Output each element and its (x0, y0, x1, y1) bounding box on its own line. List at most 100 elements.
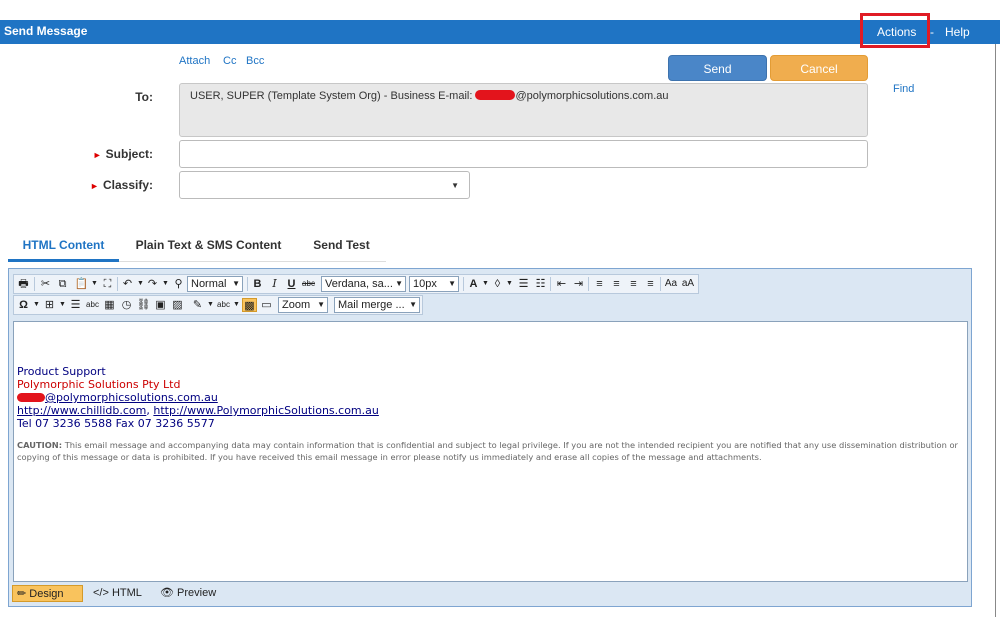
redaction-mark (475, 90, 516, 100)
tab-plain-text-sms[interactable]: Plain Text & SMS Content (127, 232, 290, 262)
signature-phone: Tel 07 3236 5588 Fax 07 3236 5577 (17, 417, 215, 430)
send-button[interactable]: Send (668, 55, 767, 81)
size-dropdown[interactable]: 10px ▼ (409, 276, 459, 292)
toolbar-separator (550, 277, 551, 291)
lowercase-icon[interactable]: aA (680, 277, 696, 291)
zoom-dropdown[interactable]: Zoom ▼ (278, 297, 328, 313)
to-label: To: (135, 90, 153, 104)
zoom-value: Zoom (282, 299, 311, 311)
numbered-list-icon[interactable]: ☰ (516, 277, 531, 291)
help-menu[interactable]: Help (945, 20, 970, 44)
format-dropdown[interactable]: Normal ▼ (187, 276, 243, 292)
image-manager-icon[interactable]: ▨ (170, 298, 185, 312)
insert-time-icon[interactable]: ◷ (119, 298, 134, 312)
justify-icon[interactable]: ≡ (643, 277, 658, 291)
chillidb-link[interactable]: http://www.chillidb.com (17, 404, 146, 417)
font-dropdown[interactable]: Verdana, sa... ▼ (321, 276, 406, 292)
find-replace-icon[interactable]: ⚲ (171, 277, 186, 291)
required-marker: ► (90, 181, 99, 191)
design-mode-icon[interactable]: ▩ (242, 298, 257, 312)
format-value: Normal (191, 278, 227, 290)
outdent-icon[interactable]: ⇤ (554, 277, 569, 291)
bcc-link[interactable]: Bcc (246, 55, 264, 67)
select-all-icon[interactable]: ⛶ (100, 277, 115, 291)
bold-icon[interactable]: B (250, 277, 265, 291)
code-icon: </> (93, 587, 109, 599)
mail-merge-dropdown[interactable]: Mail merge ... ▼ (334, 297, 420, 313)
size-value: 10px (413, 278, 437, 290)
toolbar-row-2: Ω ▼ ⊞ ▼ ☰ abc ▦ ◷ ⛓ ▣ ▨ ✎ ▼ abc ▼ ▩ ▭ Zo… (13, 295, 423, 315)
caution-label: CAUTION: (17, 440, 63, 450)
toolbar-separator (117, 277, 118, 291)
signature-email-link[interactable]: @polymorphicsolutions.com.au (45, 391, 218, 404)
chevron-down-icon: ▼ (448, 279, 456, 288)
editor-content[interactable]: Product Support Polymorphic Solutions Pt… (13, 321, 968, 582)
html-mode-button[interactable]: </> HTML (89, 585, 146, 602)
actions-highlight-box (860, 13, 930, 48)
subject-input[interactable] (179, 140, 868, 168)
to-field[interactable]: USER, SUPER (Template System Org) - Busi… (179, 83, 868, 137)
signature-links: http://www.chillidb.com, http://www.Poly… (17, 404, 964, 417)
copy-icon[interactable]: ⧉ (55, 277, 70, 291)
align-left-icon[interactable]: ≡ (592, 277, 607, 291)
design-mode-button[interactable]: ✏ Design (12, 585, 83, 602)
cut-icon[interactable]: ✂ (38, 277, 53, 291)
design-mode-label: Design (29, 588, 64, 600)
toolbar-row-1: 🖶 ✂ ⧉ 📋 ▼ ⛶ ↶ ▼ ↷ ▼ ⚲ Normal ▼ B I U abc … (13, 274, 699, 294)
cancel-button[interactable]: Cancel (770, 55, 868, 81)
underline-icon[interactable]: U (284, 277, 299, 291)
signature-name: Product Support (17, 365, 106, 378)
indent-icon[interactable]: ⇥ (571, 277, 586, 291)
uppercase-icon[interactable]: Aa (663, 277, 679, 291)
tab-send-test[interactable]: Send Test (303, 232, 380, 262)
required-marker: ► (92, 150, 102, 160)
subject-label: ► Subject: (70, 147, 153, 161)
html-editor: 🖶 ✂ ⧉ 📋 ▼ ⛶ ↶ ▼ ↷ ▼ ⚲ Normal ▼ B I U abc … (8, 268, 972, 607)
italic-icon[interactable]: I (267, 277, 282, 291)
classify-label-text: Classify: (102, 178, 153, 192)
attach-link[interactable]: Attach (179, 55, 210, 67)
to-recipient-domain: @polymorphicsolutions.com.au (515, 90, 669, 102)
to-recipient-prefix: USER, SUPER (Template System Org) - Busi… (190, 90, 476, 102)
caution-notice: CAUTION: This email message and accompan… (17, 439, 964, 463)
image-icon[interactable]: ▣ (153, 298, 168, 312)
spellcheck-icon[interactable]: abc (85, 298, 100, 312)
insert-date-icon[interactable]: ▦ (102, 298, 117, 312)
title-bar: Send Message Actions - Help (0, 20, 1000, 44)
chevron-down-icon: ▼ (395, 279, 403, 288)
toolbar-separator (247, 277, 248, 291)
caution-text: This email message and accompanying data… (17, 440, 958, 462)
strikethrough-icon[interactable]: abc (301, 277, 316, 291)
toolbar-separator (463, 277, 464, 291)
link-icon[interactable]: ⛓ (136, 298, 151, 312)
chevron-down-icon: ▼ (232, 279, 240, 288)
chevron-down-icon: ▼ (409, 300, 417, 309)
pencil-icon: ✏ (17, 588, 27, 600)
html-mode-label: HTML (111, 587, 142, 599)
find-link[interactable]: Find (893, 83, 914, 95)
eye-icon: 👁 (160, 587, 174, 599)
align-right-icon[interactable]: ≡ (626, 277, 641, 291)
redaction-mark (17, 393, 45, 402)
preview-icon[interactable]: ▭ (259, 298, 274, 312)
paragraph-icon[interactable]: ☰ (68, 298, 83, 312)
polymorphic-link[interactable]: http://www.PolymorphicSolutions.com.au (153, 404, 378, 417)
toolbar-separator (660, 277, 661, 291)
bullet-list-icon[interactable]: ☷ (533, 277, 548, 291)
tab-html-content[interactable]: HTML Content (8, 232, 119, 262)
menu-separator: - (930, 25, 934, 39)
print-icon[interactable]: 🖶 (16, 277, 31, 291)
toolbar-separator (588, 277, 589, 291)
classify-select[interactable]: ▼ (179, 171, 470, 199)
preview-mode-button[interactable]: 👁 Preview (156, 585, 220, 602)
window-title: Send Message (4, 24, 88, 38)
align-center-icon[interactable]: ≡ (609, 277, 624, 291)
signature-company: Polymorphic Solutions Pty Ltd (17, 378, 181, 391)
subject-label-text: Subject: (105, 147, 153, 161)
toolbar-separator (34, 277, 35, 291)
classify-label: ► Classify: (70, 178, 153, 192)
preview-mode-label: Preview (177, 587, 217, 599)
chevron-down-icon[interactable]: ▼ (502, 277, 517, 291)
content-tabs: HTML Content Plain Text & SMS Content Se… (8, 232, 386, 262)
cc-link[interactable]: Cc (223, 55, 236, 67)
